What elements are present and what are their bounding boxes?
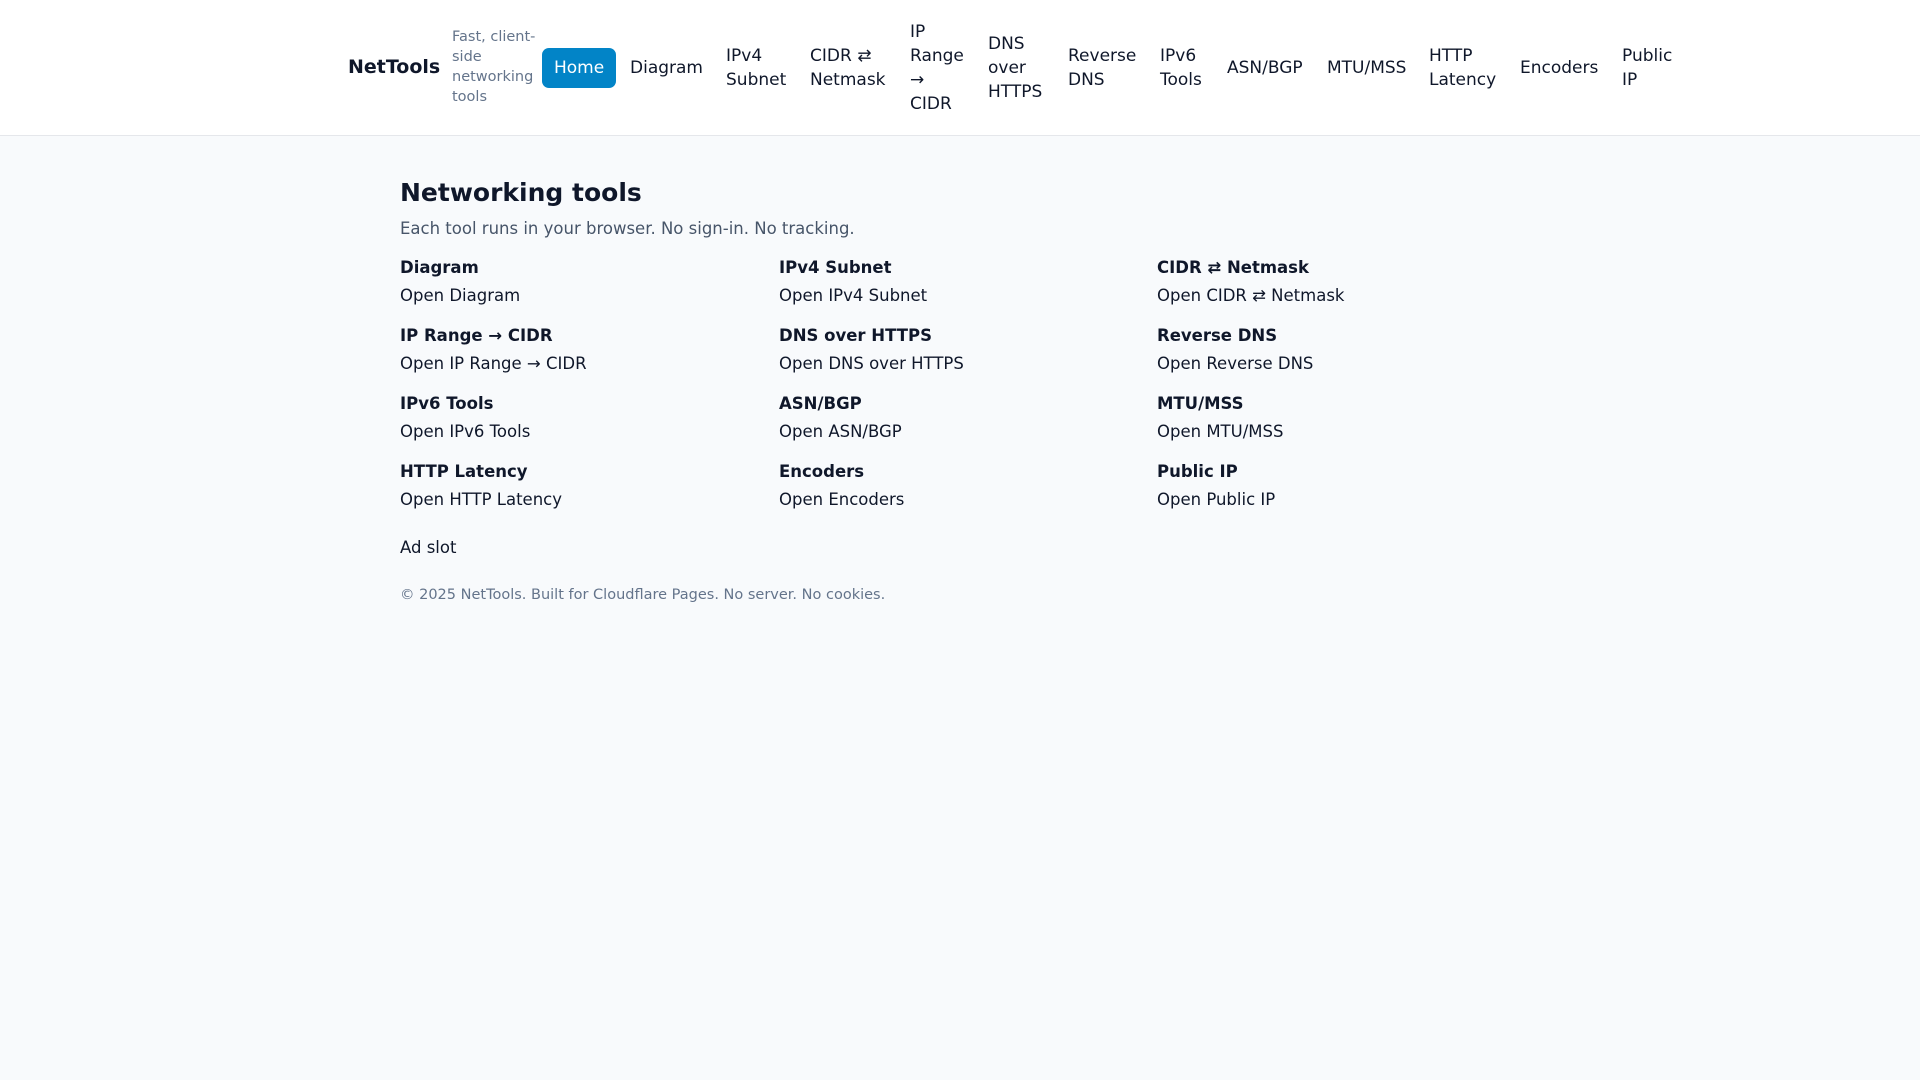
tool-open-link[interactable]: Open Reverse DNS bbox=[1157, 352, 1517, 376]
nav-cidr-netmask[interactable]: CIDR ⇄ Netmask bbox=[810, 44, 894, 92]
tool-card-dns-over-https: DNS over HTTPS Open DNS over HTTPS bbox=[779, 324, 1139, 376]
footer-text: © 2025 NetTools. Built for Cloudflare Pa… bbox=[400, 587, 886, 603]
tool-open-link[interactable]: Open Public IP bbox=[1157, 488, 1517, 512]
nav-ip-range-cidr[interactable]: IP Range → CIDR bbox=[910, 20, 968, 116]
nav-public-ip[interactable]: Public IP bbox=[1622, 44, 1678, 92]
nav-dns-over-https[interactable]: DNS over HTTPS bbox=[988, 32, 1052, 104]
tool-open-link[interactable]: Open DNS over HTTPS bbox=[779, 352, 1139, 376]
tool-open-link[interactable]: Open ASN/BGP bbox=[779, 420, 1139, 444]
tool-card-reverse-dns: Reverse DNS Open Reverse DNS bbox=[1157, 324, 1517, 376]
page-title: Networking tools bbox=[400, 178, 642, 207]
tool-title: IP Range → CIDR bbox=[400, 326, 553, 345]
tool-card-mtu-mss: MTU/MSS Open MTU/MSS bbox=[1157, 392, 1517, 444]
tool-card-asn-bgp: ASN/BGP Open ASN/BGP bbox=[779, 392, 1139, 444]
tool-card-http-latency: HTTP Latency Open HTTP Latency bbox=[400, 460, 760, 512]
tool-card-ipv6-tools: IPv6 Tools Open IPv6 Tools bbox=[400, 392, 760, 444]
tool-card-ipv4-subnet: IPv4 Subnet Open IPv4 Subnet bbox=[779, 256, 1139, 308]
nav-ipv6-tools[interactable]: IPv6 Tools bbox=[1160, 44, 1210, 92]
ad-slot: Ad slot bbox=[400, 538, 457, 557]
nav-ipv4-subnet[interactable]: IPv4 Subnet bbox=[726, 44, 798, 92]
tool-title: HTTP Latency bbox=[400, 462, 528, 481]
nav-encoders[interactable]: Encoders bbox=[1520, 56, 1598, 80]
tool-title: Reverse DNS bbox=[1157, 326, 1278, 345]
brand-logo[interactable]: NetTools bbox=[348, 54, 440, 80]
tool-card-diagram: Diagram Open Diagram bbox=[400, 256, 760, 308]
nav-diagram[interactable]: Diagram bbox=[630, 56, 703, 80]
tool-title: Public IP bbox=[1157, 462, 1238, 481]
tool-title: ASN/BGP bbox=[779, 394, 862, 413]
tool-open-link[interactable]: Open IP Range → CIDR bbox=[400, 352, 760, 376]
nav-mtu-mss[interactable]: MTU/MSS bbox=[1327, 56, 1406, 80]
tool-title: IPv4 Subnet bbox=[779, 258, 892, 277]
page-subtitle: Each tool runs in your browser. No sign-… bbox=[400, 219, 855, 238]
top-navigation-bar: NetTools Fast, client-side networking to… bbox=[0, 0, 1920, 136]
nav-home[interactable]: Home bbox=[542, 48, 617, 88]
nav-reverse-dns[interactable]: Reverse DNS bbox=[1068, 44, 1140, 92]
tool-open-link[interactable]: Open IPv4 Subnet bbox=[779, 284, 1139, 308]
tool-card-cidr-netmask: CIDR ⇄ Netmask Open CIDR ⇄ Netmask bbox=[1157, 256, 1517, 308]
tool-title: Encoders bbox=[779, 462, 865, 481]
nav-http-latency[interactable]: HTTP Latency bbox=[1429, 44, 1505, 92]
tool-card-public-ip: Public IP Open Public IP bbox=[1157, 460, 1517, 512]
tool-title: MTU/MSS bbox=[1157, 394, 1244, 413]
tool-card-encoders: Encoders Open Encoders bbox=[779, 460, 1139, 512]
tool-card-ip-range-cidr: IP Range → CIDR Open IP Range → CIDR bbox=[400, 324, 760, 376]
tool-title: Diagram bbox=[400, 258, 479, 277]
brand-tagline: Fast, client-side networking tools bbox=[452, 29, 536, 105]
tool-open-link[interactable]: Open IPv6 Tools bbox=[400, 420, 760, 444]
tool-title: IPv6 Tools bbox=[400, 394, 494, 413]
tool-open-link[interactable]: Open Diagram bbox=[400, 284, 760, 308]
tool-title: DNS over HTTPS bbox=[779, 326, 932, 345]
tool-open-link[interactable]: Open MTU/MSS bbox=[1157, 420, 1517, 444]
nav-asn-bgp[interactable]: ASN/BGP bbox=[1227, 56, 1303, 80]
tool-open-link[interactable]: Open Encoders bbox=[779, 488, 1139, 512]
tool-open-link[interactable]: Open HTTP Latency bbox=[400, 488, 760, 512]
tool-open-link[interactable]: Open CIDR ⇄ Netmask bbox=[1157, 284, 1517, 308]
tool-title: CIDR ⇄ Netmask bbox=[1157, 258, 1309, 277]
